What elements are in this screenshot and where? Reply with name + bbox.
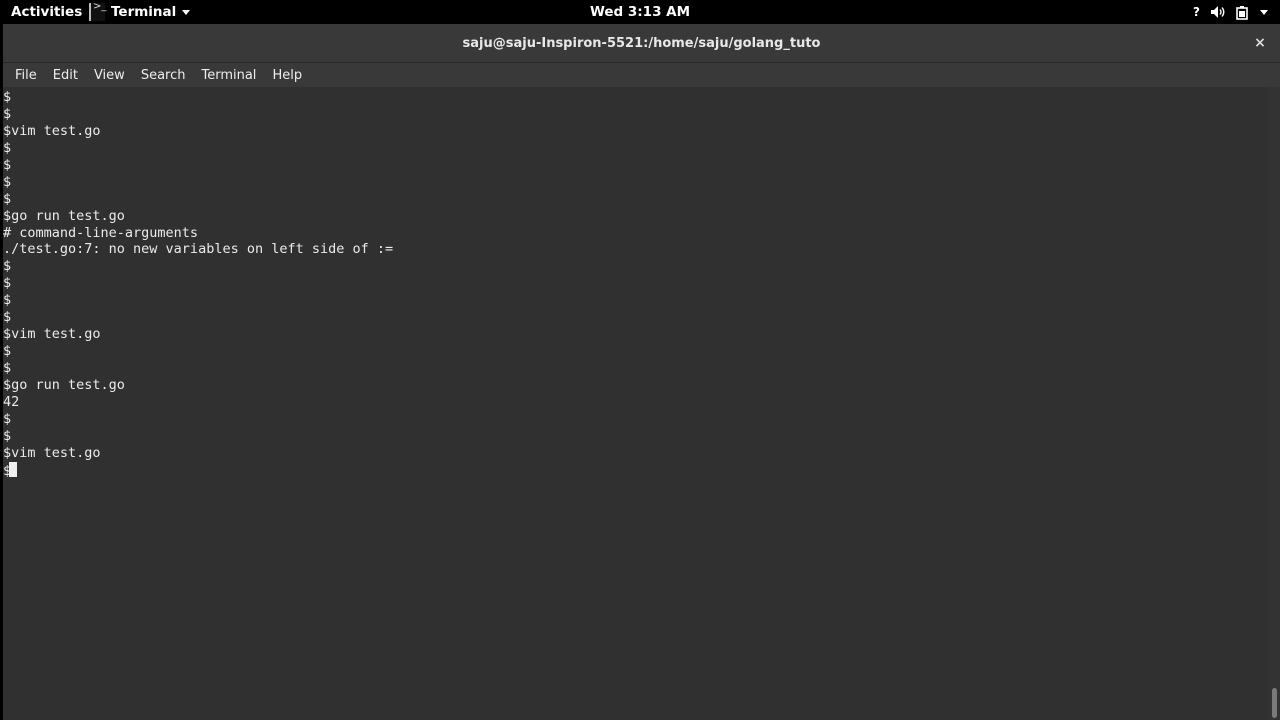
battery-icon[interactable] [1236,5,1250,20]
terminal-line: $ [3,360,1268,377]
app-menu[interactable]: >_ Terminal [89,1,191,22]
menu-search[interactable]: Search [133,68,194,83]
clock[interactable]: Wed 3:13 AM [590,4,690,20]
volume-icon[interactable] [1210,5,1226,19]
terminal-line: $vim test.go [3,326,1268,343]
terminal-line: $go run test.go [3,377,1268,394]
chevron-down-icon [182,9,191,15]
terminal-line-text: $vim test.go [3,122,101,139]
terminal-line: $ [3,292,1268,309]
terminal-line-text: $vim test.go [3,326,101,343]
terminal-line: $ [3,428,1268,445]
menu-terminal[interactable]: Terminal [193,68,264,83]
scrollbar-thumb[interactable] [1272,688,1277,718]
terminal-line: $ [3,140,1268,157]
terminal-output[interactable]: $ $ $vim test.go $ $ $ $ $go run test.go # comma… [3,87,1268,720]
system-status-area[interactable]: ? [1193,0,1268,24]
help-icon[interactable]: ? [1193,5,1200,19]
terminal-line-text: $go run test.go [3,376,125,393]
terminal-window: saju@saju-Inspiron-5521:/home/saju/golan… [3,24,1280,720]
scrollbar[interactable] [1268,87,1280,720]
terminal-line-text: # command-line-arguments [3,224,199,241]
terminal-line-text: $ [3,309,12,326]
terminal-line: $ [3,106,1268,123]
terminal-line: $ [3,309,1268,326]
terminal-line-text: $ [3,89,12,105]
terminal-line-text: 42 [3,393,20,410]
terminal-line: 42 [3,394,1268,411]
terminal-line: ./test.go:7: no new variables on left si… [3,241,1268,258]
terminal-line-text: ./test.go:7: no new variables on left si… [3,241,394,258]
top-bar: Activities >_ Terminal Wed 3:13 AM ? [0,0,1280,24]
terminal-line-text: $ [3,173,12,190]
menu-view[interactable]: View [86,68,133,83]
system-menu-chevron-down-icon[interactable] [1260,9,1268,15]
terminal-line-text: $go run test.go [3,207,125,224]
menu-edit[interactable]: Edit [45,68,86,83]
terminal-line: $ [3,89,1268,106]
terminal-line: $vim test.go [3,445,1268,462]
terminal-line-text: $ [3,139,12,156]
terminal-line-text: $ [3,427,12,444]
terminal-line: $vim test.go [3,123,1268,140]
terminal-line-text: $ [3,360,12,376]
terminal-line: $ [3,174,1268,191]
terminal-line-text: $ [3,292,12,309]
terminal-line: # command-line-arguments [3,225,1268,242]
terminal-line: $ [3,258,1268,275]
terminal-line: $ [3,157,1268,174]
terminal-line-text: $ [3,105,12,122]
window-title: saju@saju-Inspiron-5521:/home/saju/golan… [462,35,821,51]
text-cursor [9,461,18,477]
terminal-line-text: $ [3,156,12,173]
menu-help[interactable]: Help [264,68,310,83]
terminal-app-icon: >_ [89,1,107,22]
window-titlebar[interactable]: saju@saju-Inspiron-5521:/home/saju/golan… [3,24,1280,63]
terminal-line: $ [3,461,1268,479]
close-icon[interactable]: × [1252,35,1268,51]
terminal-line: $ [3,343,1268,360]
terminal-line-text: $ [3,190,12,207]
terminal-line: $go run test.go [3,208,1268,225]
terminal-line-text: $ [3,275,12,292]
terminal-line-text: $ [3,410,12,427]
terminal-line: $ [3,411,1268,428]
terminal-line-text: $ [3,343,12,360]
terminal-line-text: $ [3,258,12,275]
terminal-line: $ [3,191,1268,208]
app-menu-label: Terminal [111,4,177,20]
terminal-line: $ [3,275,1268,292]
terminal-line-text: $vim test.go [3,444,101,461]
activities-button[interactable]: Activities [0,4,82,20]
menubar: File Edit View Search Terminal Help [3,63,1280,87]
menu-file[interactable]: File [7,68,45,83]
